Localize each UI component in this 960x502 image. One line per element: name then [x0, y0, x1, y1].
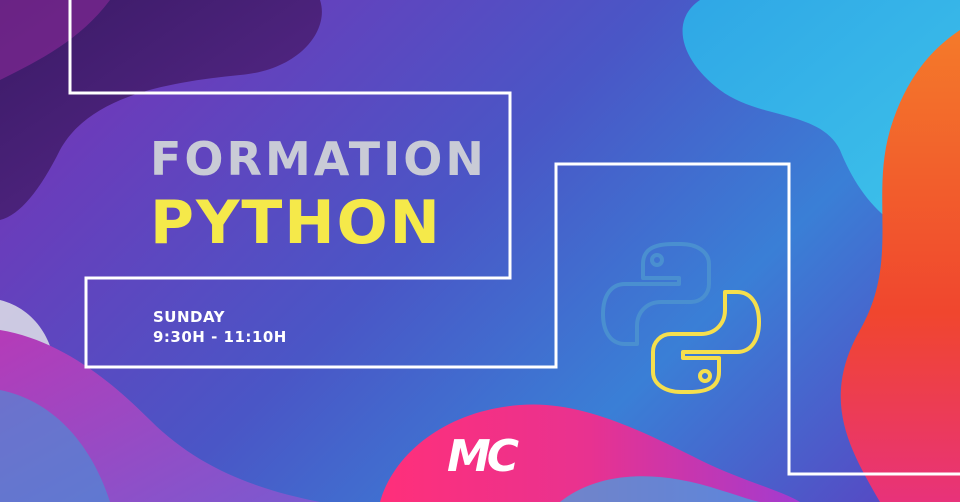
schedule-day: SUNDAY: [153, 308, 226, 326]
schedule-time: 9:30H - 11:10H: [153, 328, 287, 346]
event-banner: FORMATION PYTHON SUNDAY 9:30H - 11:10H M…: [0, 0, 960, 502]
title-python: PYTHON: [150, 188, 442, 258]
mc-logo-text: MC: [446, 431, 519, 482]
python-logo-icon: [601, 238, 761, 403]
title-formation: FORMATION: [150, 132, 487, 186]
mc-logo: MC: [425, 432, 537, 482]
